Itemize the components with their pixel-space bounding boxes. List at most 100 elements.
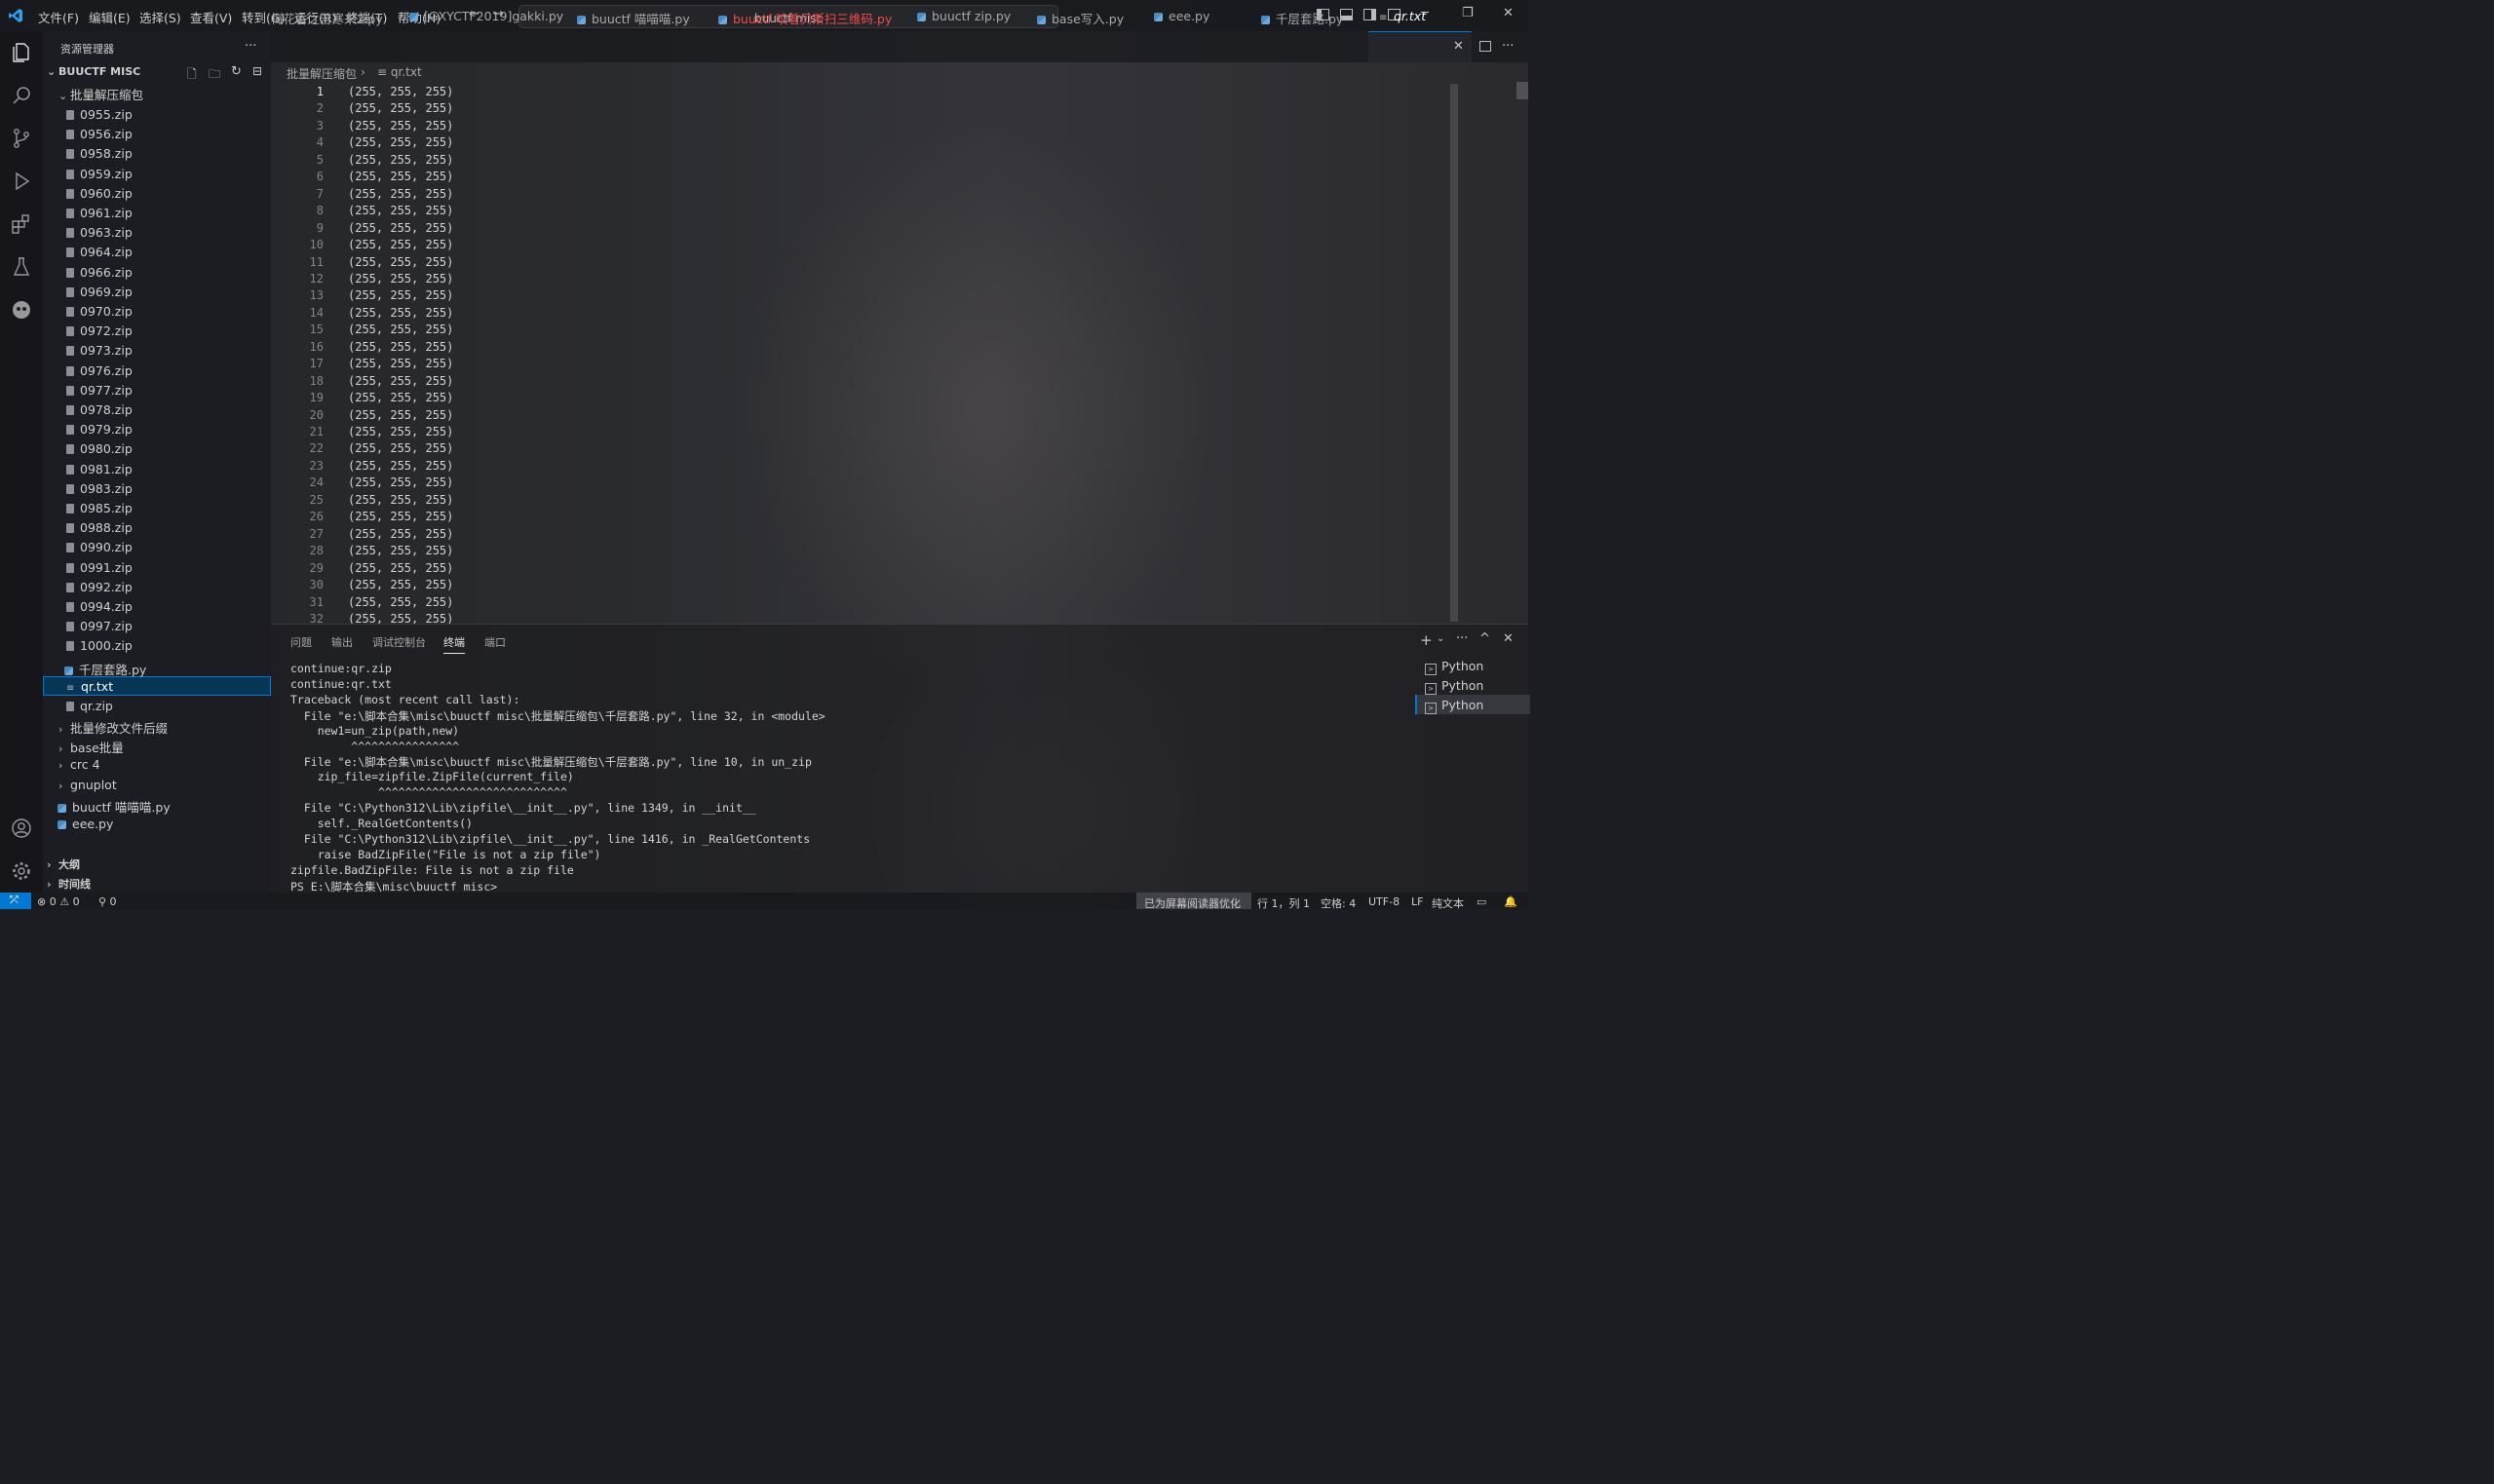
- editor-tab[interactable]: 千层套路.py: [1261, 9, 1343, 27]
- code-line[interactable]: (255, 255, 255): [348, 391, 453, 404]
- code-line[interactable]: (255, 255, 255): [348, 153, 453, 167]
- editor-tab[interactable]: base写入.py: [1037, 9, 1124, 27]
- code-line[interactable]: (255, 255, 255): [348, 408, 453, 422]
- file-item-zip[interactable]: 0956.zip: [66, 127, 133, 146]
- file-item-zip[interactable]: 0955.zip: [66, 107, 133, 127]
- close-panel-icon[interactable]: ✕: [1503, 631, 1514, 646]
- eol-status[interactable]: LF: [1411, 895, 1423, 908]
- folder-item[interactable]: › gnuplot: [58, 778, 117, 797]
- restore-icon[interactable]: ❐: [1462, 6, 1474, 20]
- remote-indicator[interactable]: ⤱: [0, 893, 31, 909]
- collapse-all-icon[interactable]: ⊟: [252, 64, 262, 78]
- code-line[interactable]: (255, 255, 255): [348, 357, 453, 370]
- panel-tab[interactable]: 输出: [331, 634, 353, 650]
- code-line[interactable]: (255, 255, 255): [348, 340, 453, 354]
- editor-tab[interactable]: [GXYCTF2019]gakki.py: [409, 9, 563, 23]
- code-line[interactable]: (255, 255, 255): [348, 204, 453, 217]
- breadcrumb-folder[interactable]: 批量解压缩包: [287, 65, 357, 82]
- code-line[interactable]: (255, 255, 255): [348, 374, 453, 388]
- file-item-zip[interactable]: 0972.zip: [66, 323, 133, 343]
- code-line[interactable]: (255, 255, 255): [348, 527, 453, 541]
- file-item-zip[interactable]: 0997.zip: [66, 619, 133, 638]
- file-item-zip[interactable]: 0960.zip: [66, 186, 133, 206]
- file-item-py[interactable]: 千层套路.py: [64, 660, 146, 679]
- terminal-instance[interactable]: > Python: [1425, 659, 1483, 675]
- close-window-icon[interactable]: ✕: [1503, 6, 1514, 20]
- file-item-zip[interactable]: 0981.zip: [66, 462, 133, 481]
- terminal-instance[interactable]: > Python: [1425, 698, 1483, 715]
- code-line[interactable]: (255, 255, 255): [348, 425, 453, 438]
- terminal-instance[interactable]: > Python: [1425, 678, 1483, 696]
- remote-copilot-icon[interactable]: [10, 298, 33, 322]
- new-terminal-icon[interactable]: +: [1420, 631, 1433, 649]
- editor-scrollbar[interactable]: [1450, 84, 1458, 622]
- folder-item[interactable]: › crc 4: [58, 757, 100, 777]
- code-line[interactable]: (255, 255, 255): [348, 306, 453, 320]
- code-line[interactable]: (255, 255, 255): [348, 561, 453, 575]
- editor-tab[interactable]: buuctf zip.py: [917, 9, 1011, 23]
- file-item-zip[interactable]: 0976.zip: [66, 363, 133, 383]
- file-item-zip[interactable]: 0990.zip: [66, 540, 133, 559]
- source-control-icon[interactable]: [10, 127, 33, 150]
- cursor-position[interactable]: 行 1，列 1: [1257, 895, 1310, 911]
- folder-item[interactable]: › 批量修改文件后缀: [58, 718, 168, 738]
- root-file-item[interactable]: buuctf 喵喵喵.py: [58, 797, 171, 817]
- account-icon[interactable]: [10, 817, 33, 840]
- panel-tab[interactable]: 终端: [443, 634, 465, 654]
- breadcrumb-file[interactable]: ≡ qr.txt: [377, 65, 422, 79]
- file-item-zip[interactable]: 0983.zip: [66, 481, 133, 501]
- code-line[interactable]: (255, 255, 255): [348, 459, 453, 473]
- screen-reader-status[interactable]: 已为屏幕阅读器优化: [1136, 893, 1251, 910]
- code-line[interactable]: (255, 255, 255): [348, 135, 453, 149]
- code-line[interactable]: (255, 255, 255): [348, 441, 453, 455]
- file-item-zip[interactable]: 0980.zip: [66, 441, 133, 461]
- menu-item[interactable]: 编辑(E): [89, 8, 131, 26]
- more-actions-icon[interactable]: ···: [245, 39, 256, 54]
- file-item-zip[interactable]: 0973.zip: [66, 343, 133, 362]
- maximize-panel-icon[interactable]: ^: [1479, 631, 1490, 646]
- menu-item[interactable]: 选择(S): [139, 8, 181, 26]
- menu-item[interactable]: 文件(F): [38, 8, 79, 26]
- panel-tab[interactable]: 端口: [484, 634, 506, 650]
- editor-tab[interactable]: buuctf 咬着贝斯扫三维码.py: [718, 9, 892, 27]
- file-item-zip[interactable]: 1000.zip: [66, 638, 133, 658]
- toggle-secondary-sidebar-icon[interactable]: [1363, 9, 1376, 20]
- panel-tab[interactable]: 问题: [290, 634, 312, 650]
- file-item-zip[interactable]: 0994.zip: [66, 599, 133, 619]
- folder-item[interactable]: › base批量: [58, 738, 124, 757]
- code-line[interactable]: (255, 255, 255): [348, 578, 453, 591]
- outline-section[interactable]: › 大纲: [47, 856, 80, 876]
- file-item-zip[interactable]: 0958.zip: [66, 146, 133, 166]
- language-mode[interactable]: 纯文本: [1432, 895, 1464, 911]
- panel-more-icon[interactable]: ···: [1456, 631, 1468, 646]
- search-icon[interactable]: [10, 84, 33, 107]
- file-item-zip[interactable]: 0959.zip: [66, 167, 133, 186]
- code-line[interactable]: (255, 255, 255): [348, 272, 453, 285]
- code-line[interactable]: (255, 255, 255): [348, 493, 453, 507]
- file-item-zip[interactable]: 0992.zip: [66, 580, 133, 599]
- code-line[interactable]: (255, 255, 255): [348, 170, 453, 183]
- file-item-zip[interactable]: 0985.zip: [66, 501, 133, 520]
- minimap-slider[interactable]: [1516, 82, 1528, 99]
- workspace-header[interactable]: ⌄ BUUCTF MISC: [47, 65, 140, 85]
- file-item-zip[interactable]: 0991.zip: [66, 560, 133, 580]
- code-line[interactable]: (255, 255, 255): [348, 544, 453, 557]
- chevron-down-icon[interactable]: ⌄: [1437, 633, 1444, 644]
- menu-item[interactable]: 查看(V): [190, 8, 232, 26]
- code-line[interactable]: (255, 255, 255): [348, 119, 453, 133]
- file-item-zip[interactable]: 0977.zip: [66, 383, 133, 402]
- file-item-zip[interactable]: qr.zip: [66, 699, 113, 718]
- code-line[interactable]: (255, 255, 255): [348, 595, 453, 609]
- file-item-zip[interactable]: 0963.zip: [66, 225, 133, 245]
- code-line[interactable]: (255, 255, 255): [348, 510, 453, 523]
- file-item-zip[interactable]: 0969.zip: [66, 285, 133, 304]
- ports-status[interactable]: ⚲ 0: [98, 895, 117, 908]
- refresh-icon[interactable]: ↻: [231, 64, 242, 79]
- new-file-icon[interactable]: 🗋: [187, 65, 197, 86]
- editor-tab[interactable]: 梅花香之苦寒来2.py: [271, 9, 383, 27]
- code-line[interactable]: (255, 255, 255): [348, 288, 453, 302]
- problems-status[interactable]: ⊗ 0 ⚠ 0: [37, 895, 80, 908]
- editor-tab[interactable]: ≡ qr.txt: [1379, 9, 1426, 23]
- file-item-zip[interactable]: 0964.zip: [66, 245, 133, 264]
- file-item-zip[interactable]: 0988.zip: [66, 520, 133, 540]
